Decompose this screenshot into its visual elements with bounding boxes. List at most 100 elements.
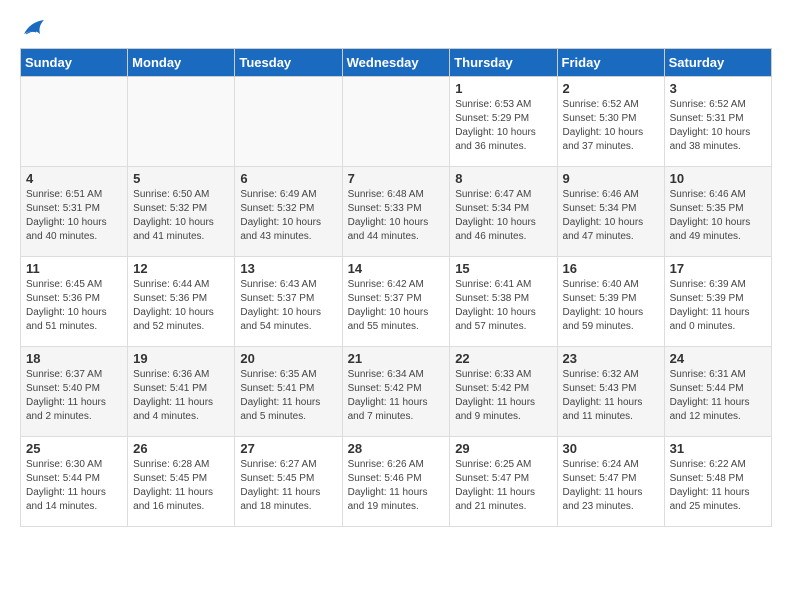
calendar-header-monday: Monday [128, 49, 235, 77]
day-number: 9 [563, 171, 659, 186]
calendar-cell: 19 Sunrise: 6:36 AMSunset: 5:41 PMDayligh… [128, 347, 235, 437]
day-number: 2 [563, 81, 659, 96]
day-info: Sunrise: 6:48 AMSunset: 5:33 PMDaylight:… [348, 188, 445, 244]
calendar-cell: 16 Sunrise: 6:40 AMSunset: 5:39 PMDayligh… [557, 257, 664, 347]
day-number: 22 [455, 351, 551, 366]
day-info: Sunrise: 6:42 AMSunset: 5:37 PMDaylight:… [348, 278, 445, 334]
day-info: Sunrise: 6:26 AMSunset: 5:46 PMDaylight:… [348, 458, 445, 514]
day-number: 4 [26, 171, 122, 186]
day-number: 28 [348, 441, 445, 456]
day-info: Sunrise: 6:50 AMSunset: 5:32 PMDaylight:… [133, 188, 229, 244]
day-info: Sunrise: 6:49 AMSunset: 5:32 PMDaylight:… [240, 188, 336, 244]
calendar-week-1: 1Sunrise: 6:53 AMSunset: 5:29 PMDaylight… [21, 77, 772, 167]
page-header [20, 20, 772, 38]
calendar-cell: 21 Sunrise: 6:34 AMSunset: 5:42 PMDayligh… [342, 347, 450, 437]
calendar-cell: 18Sunrise: 6:37 AMSunset: 5:40 PMDayligh… [21, 347, 128, 437]
calendar-cell: 31Sunrise: 6:22 AMSunset: 5:48 PMDayligh… [664, 437, 771, 527]
calendar-table: SundayMondayTuesdayWednesdayThursdayFrid… [20, 48, 772, 527]
logo-bird-icon [22, 20, 44, 38]
calendar-cell: 30Sunrise: 6:24 AMSunset: 5:47 PMDayligh… [557, 437, 664, 527]
calendar-cell: 11Sunrise: 6:45 AMSunset: 5:36 PMDayligh… [21, 257, 128, 347]
calendar-cell: 24Sunrise: 6:31 AMSunset: 5:44 PMDayligh… [664, 347, 771, 437]
day-info: Sunrise: 6:39 AMSunset: 5:39 PMDaylight:… [670, 278, 766, 334]
calendar-cell: 20 Sunrise: 6:35 AMSunset: 5:41 PMDayligh… [235, 347, 342, 437]
day-number: 23 [563, 351, 659, 366]
day-number: 13 [240, 261, 336, 276]
calendar-cell: 27 Sunrise: 6:27 AMSunset: 5:45 PMDayligh… [235, 437, 342, 527]
calendar-cell: 14 Sunrise: 6:42 AMSunset: 5:37 PMDayligh… [342, 257, 450, 347]
calendar-cell [21, 77, 128, 167]
day-number: 16 [563, 261, 659, 276]
calendar-cell: 9Sunrise: 6:46 AMSunset: 5:34 PMDaylight… [557, 167, 664, 257]
day-number: 31 [670, 441, 766, 456]
calendar-cell: 28 Sunrise: 6:26 AMSunset: 5:46 PMDayligh… [342, 437, 450, 527]
day-info: Sunrise: 6:52 AMSunset: 5:30 PMDaylight:… [563, 98, 659, 154]
calendar-header-thursday: Thursday [450, 49, 557, 77]
calendar-cell: 1Sunrise: 6:53 AMSunset: 5:29 PMDaylight… [450, 77, 557, 167]
day-number: 6 [240, 171, 336, 186]
day-info: Sunrise: 6:32 AMSunset: 5:43 PMDaylight:… [563, 368, 659, 424]
day-info: Sunrise: 6:27 AMSunset: 5:45 PMDaylight:… [240, 458, 336, 514]
day-number: 8 [455, 171, 551, 186]
day-info: Sunrise: 6:47 AMSunset: 5:34 PMDaylight:… [455, 188, 551, 244]
day-number: 12 [133, 261, 229, 276]
day-info: Sunrise: 6:46 AMSunset: 5:35 PMDaylight:… [670, 188, 766, 244]
day-number: 11 [26, 261, 122, 276]
day-info: Sunrise: 6:52 AMSunset: 5:31 PMDaylight:… [670, 98, 766, 154]
day-number: 1 [455, 81, 551, 96]
day-number: 15 [455, 261, 551, 276]
day-number: 19 [133, 351, 229, 366]
day-number: 24 [670, 351, 766, 366]
calendar-cell: 5Sunrise: 6:50 AMSunset: 5:32 PMDaylight… [128, 167, 235, 257]
calendar-header-wednesday: Wednesday [342, 49, 450, 77]
calendar-cell: 10 Sunrise: 6:46 AMSunset: 5:35 PMDayligh… [664, 167, 771, 257]
calendar-cell: 7 Sunrise: 6:48 AMSunset: 5:33 PMDaylight… [342, 167, 450, 257]
day-number: 20 [240, 351, 336, 366]
calendar-cell: 3 Sunrise: 6:52 AMSunset: 5:31 PMDaylight… [664, 77, 771, 167]
calendar-cell: 12 Sunrise: 6:44 AMSunset: 5:36 PMDayligh… [128, 257, 235, 347]
day-info: Sunrise: 6:28 AMSunset: 5:45 PMDaylight:… [133, 458, 229, 514]
day-info: Sunrise: 6:51 AMSunset: 5:31 PMDaylight:… [26, 188, 122, 244]
calendar-cell: 4 Sunrise: 6:51 AMSunset: 5:31 PMDaylight… [21, 167, 128, 257]
day-info: Sunrise: 6:44 AMSunset: 5:36 PMDaylight:… [133, 278, 229, 334]
day-number: 17 [670, 261, 766, 276]
day-info: Sunrise: 6:37 AMSunset: 5:40 PMDaylight:… [26, 368, 122, 424]
day-info: Sunrise: 6:24 AMSunset: 5:47 PMDaylight:… [563, 458, 659, 514]
day-number: 29 [455, 441, 551, 456]
calendar-cell: 17 Sunrise: 6:39 AMSunset: 5:39 PMDayligh… [664, 257, 771, 347]
calendar-cell: 6 Sunrise: 6:49 AMSunset: 5:32 PMDaylight… [235, 167, 342, 257]
calendar-header-sunday: Sunday [21, 49, 128, 77]
calendar-cell [128, 77, 235, 167]
calendar-header-tuesday: Tuesday [235, 49, 342, 77]
calendar-week-2: 4 Sunrise: 6:51 AMSunset: 5:31 PMDaylight… [21, 167, 772, 257]
day-info: Sunrise: 6:41 AMSunset: 5:38 PMDaylight:… [455, 278, 551, 334]
day-info: Sunrise: 6:40 AMSunset: 5:39 PMDaylight:… [563, 278, 659, 334]
day-number: 26 [133, 441, 229, 456]
day-number: 3 [670, 81, 766, 96]
calendar-cell: 15 Sunrise: 6:41 AMSunset: 5:38 PMDayligh… [450, 257, 557, 347]
calendar-cell: 29 Sunrise: 6:25 AMSunset: 5:47 PMDayligh… [450, 437, 557, 527]
day-info: Sunrise: 6:35 AMSunset: 5:41 PMDaylight:… [240, 368, 336, 424]
calendar-cell: 13 Sunrise: 6:43 AMSunset: 5:37 PMDayligh… [235, 257, 342, 347]
day-number: 21 [348, 351, 445, 366]
day-info: Sunrise: 6:30 AMSunset: 5:44 PMDaylight:… [26, 458, 122, 514]
day-info: Sunrise: 6:34 AMSunset: 5:42 PMDaylight:… [348, 368, 445, 424]
calendar-week-5: 25 Sunrise: 6:30 AMSunset: 5:44 PMDayligh… [21, 437, 772, 527]
calendar-header-row: SundayMondayTuesdayWednesdayThursdayFrid… [21, 49, 772, 77]
calendar-cell: 8 Sunrise: 6:47 AMSunset: 5:34 PMDaylight… [450, 167, 557, 257]
calendar-cell [342, 77, 450, 167]
day-info: Sunrise: 6:36 AMSunset: 5:41 PMDaylight:… [133, 368, 229, 424]
calendar-cell: 25 Sunrise: 6:30 AMSunset: 5:44 PMDayligh… [21, 437, 128, 527]
day-info: Sunrise: 6:43 AMSunset: 5:37 PMDaylight:… [240, 278, 336, 334]
day-number: 25 [26, 441, 122, 456]
day-info: Sunrise: 6:25 AMSunset: 5:47 PMDaylight:… [455, 458, 551, 514]
day-number: 7 [348, 171, 445, 186]
day-number: 27 [240, 441, 336, 456]
calendar-cell [235, 77, 342, 167]
day-number: 10 [670, 171, 766, 186]
calendar-week-4: 18Sunrise: 6:37 AMSunset: 5:40 PMDayligh… [21, 347, 772, 437]
day-number: 14 [348, 261, 445, 276]
calendar-header-saturday: Saturday [664, 49, 771, 77]
day-info: Sunrise: 6:33 AMSunset: 5:42 PMDaylight:… [455, 368, 551, 424]
calendar-week-3: 11Sunrise: 6:45 AMSunset: 5:36 PMDayligh… [21, 257, 772, 347]
